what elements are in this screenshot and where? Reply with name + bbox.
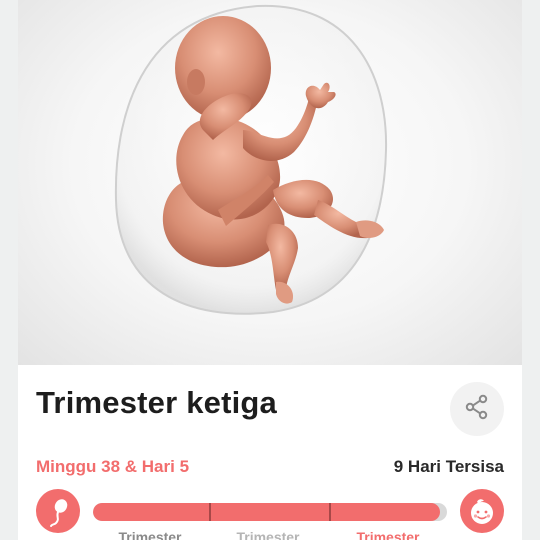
conception-marker [36,489,80,533]
week-day-label: Minggu 38 & Hari 5 [36,457,190,476]
days-remaining-label: 9 Hari Tersisa [393,457,504,476]
pregnancy-card: Trimester ketiga Minggu 38 & Hari 5 9 Ha… [18,0,522,540]
trimester-divider [329,503,331,521]
sperm-icon [36,499,80,537]
birth-marker [460,489,504,533]
share-button[interactable] [450,382,504,436]
trimester-label-3: Trimester [356,529,420,540]
baby-face-icon [460,499,504,537]
trimester-label-1: Trimester [118,529,182,540]
pregnancy-progress-bar [93,503,447,521]
trimester-divider [209,503,211,521]
fetus-illustration [18,0,522,365]
share-icon [464,394,490,425]
progress-fill [93,503,440,521]
trimester-label-2: Trimester [236,529,300,540]
page-title: Trimester ketiga [36,385,277,420]
